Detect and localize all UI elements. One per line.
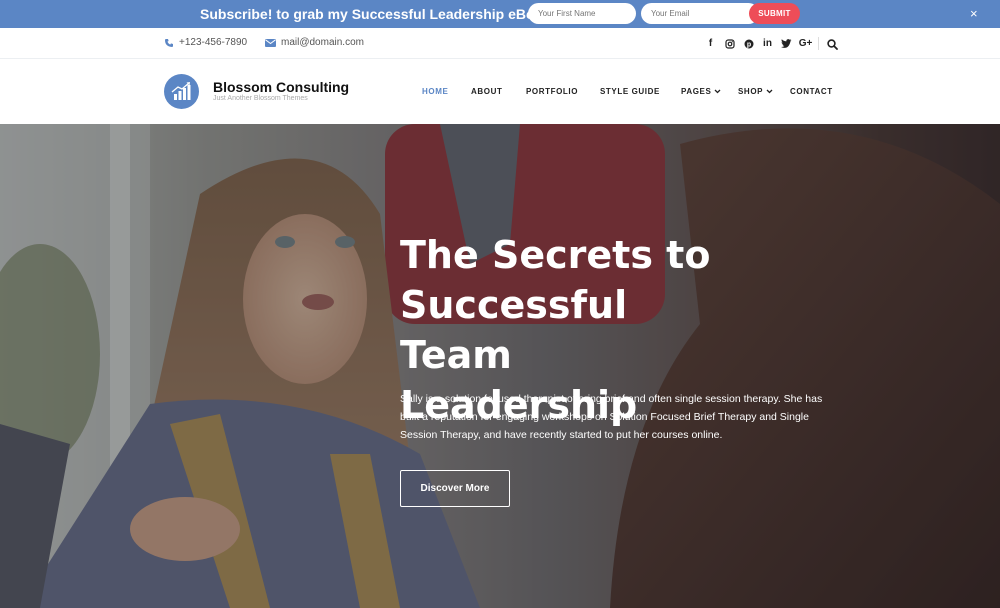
first-name-input[interactable] [528,3,636,24]
subscribe-bar: Subscribe! to grab my Successful Leaders… [0,0,1000,28]
chevron-down-icon [714,89,721,94]
close-icon[interactable]: × [970,6,978,21]
logo-icon[interactable] [164,74,199,109]
nav-shop-label: SHOP [738,87,764,96]
nav-home[interactable]: HOME [422,87,448,96]
nav-about[interactable]: ABOUT [471,87,502,96]
hero-description: Sally is a solution focused therapist of… [400,393,823,441]
hero-title-line: The Secrets to [400,233,711,277]
search-icon[interactable] [827,37,838,55]
instagram-icon[interactable] [720,37,739,50]
site-header: Blossom Consulting Just Another Blossom … [0,59,1000,124]
facebook-icon[interactable]: f [701,37,720,50]
google-plus-icon[interactable]: G+ [796,37,815,50]
email-contact[interactable]: mail@domain.com [265,37,364,48]
svg-text:p: p [746,41,750,48]
phone-icon [164,38,174,48]
phone-contact[interactable]: +123-456-7890 [164,37,247,48]
chevron-down-icon [766,89,773,94]
toolbar-divider [818,37,819,50]
phone-number: +123-456-7890 [179,37,248,48]
submit-button[interactable]: SUBMIT [749,3,800,24]
site-tagline: Just Another Blossom Themes [213,95,308,102]
site-title[interactable]: Blossom Consulting [213,79,349,95]
social-links: f p in G+ [701,37,815,50]
nav-style-guide[interactable]: STYLE GUIDE [600,87,660,96]
hero-banner: The Secrets to Successful Team Leadershi… [0,124,1000,608]
mail-icon [265,38,276,47]
discover-more-button[interactable]: Discover More [400,470,510,507]
nav-pages-label: PAGES [681,87,712,96]
email-address: mail@domain.com [281,37,364,48]
nav-contact[interactable]: CONTACT [790,87,833,96]
subscribe-message: Subscribe! to grab my Successful Leaders… [200,6,556,22]
email-input[interactable] [641,3,759,24]
pinterest-icon[interactable]: p [739,37,758,50]
hero-title-line: Successful Team [400,283,628,377]
nav-pages[interactable]: PAGES [681,87,721,96]
twitter-icon[interactable] [777,37,796,50]
linkedin-icon[interactable]: in [758,37,777,50]
nav-portfolio[interactable]: PORTFOLIO [526,87,578,96]
nav-shop[interactable]: SHOP [738,87,773,96]
contact-bar: +123-456-7890 mail@domain.com f p in G+ [0,28,1000,59]
